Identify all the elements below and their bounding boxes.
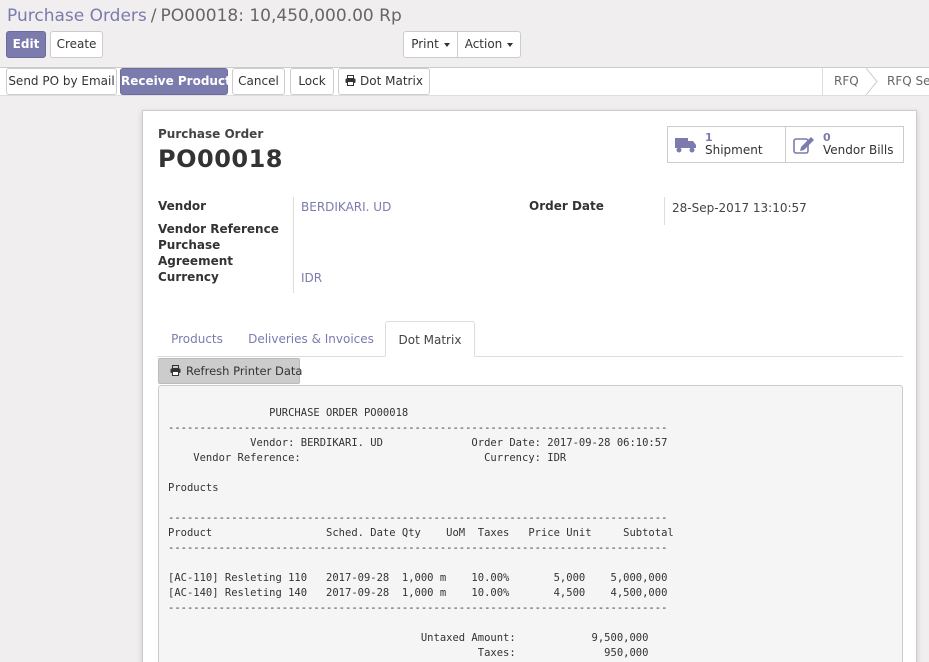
form-sheet: Purchase Order PO00018 1 Shipment 0 Vend… bbox=[142, 110, 917, 662]
stage-arrow-icon bbox=[866, 68, 878, 95]
dot-matrix-button[interactable]: Dot Matrix bbox=[338, 68, 430, 95]
purchase-agreement-label: Purchase bbox=[158, 238, 221, 252]
print-label: Print bbox=[411, 37, 439, 51]
document-name: PO00018 bbox=[158, 145, 283, 173]
vendor-reference-label: Vendor Reference bbox=[158, 222, 279, 236]
cancel-button[interactable]: Cancel bbox=[232, 68, 285, 95]
breadcrumb-separator: / bbox=[150, 6, 157, 26]
truck-icon bbox=[675, 138, 696, 153]
stage-divider bbox=[822, 68, 823, 95]
dot-matrix-label: Dot Matrix bbox=[360, 74, 423, 88]
send-po-by-email-button[interactable]: Send PO by Email bbox=[6, 68, 117, 95]
vendor-field[interactable]: BERDIKARI. UD bbox=[301, 200, 391, 214]
caret-down-icon bbox=[443, 42, 450, 47]
order-date-label: Order Date bbox=[529, 199, 604, 213]
create-button[interactable]: Create bbox=[50, 31, 103, 58]
smart-buttons: 1 Shipment 0 Vendor Bills bbox=[667, 126, 904, 163]
shipment-label: Shipment bbox=[705, 143, 763, 157]
tab-dot-matrix[interactable]: Dot Matrix bbox=[385, 321, 475, 357]
vendor-label: Vendor bbox=[158, 199, 207, 213]
pencil-square-icon bbox=[793, 137, 814, 154]
action-dropdown[interactable]: Action bbox=[457, 31, 521, 58]
lock-button[interactable]: Lock bbox=[290, 68, 334, 95]
edit-button[interactable]: Edit bbox=[6, 31, 46, 58]
statusbar: Send PO by Email Receive Products Cancel… bbox=[0, 68, 929, 96]
print-dropdown[interactable]: Print bbox=[403, 31, 458, 58]
shipment-smart-button[interactable]: 1 Shipment bbox=[668, 127, 785, 162]
breadcrumb: Purchase Orders / PO00018: 10,450,000.00 R… bbox=[7, 6, 402, 26]
caret-down-icon bbox=[507, 42, 514, 47]
currency-field[interactable]: IDR bbox=[301, 271, 322, 285]
vendor-bills-smart-button[interactable]: 0 Vendor Bills bbox=[785, 127, 903, 162]
tab-deliveries-invoices[interactable]: Deliveries & Invoices bbox=[243, 321, 379, 357]
tab-products[interactable]: Products bbox=[158, 321, 236, 357]
refresh-label: Refresh Printer Data bbox=[186, 364, 303, 378]
field-divider bbox=[664, 197, 665, 225]
vendor-bills-label: Vendor Bills bbox=[823, 143, 894, 157]
control-panel: Purchase Orders / PO00018: 10,450,000.00 R… bbox=[0, 0, 929, 68]
action-label: Action bbox=[464, 37, 503, 51]
order-date-field[interactable]: 28-Sep-2017 13:10:57 bbox=[672, 201, 807, 215]
printer-icon bbox=[345, 75, 356, 86]
breadcrumb-current: PO00018: 10,450,000.00 Rp bbox=[160, 6, 402, 26]
document-type: Purchase Order bbox=[158, 127, 264, 141]
field-divider bbox=[293, 197, 294, 293]
printer-data-box: PURCHASE ORDER PO00018 -----------------… bbox=[158, 385, 903, 662]
currency-label: Currency bbox=[158, 270, 219, 284]
breadcrumb-purchase-orders[interactable]: Purchase Orders bbox=[7, 6, 147, 26]
refresh-printer-data-button[interactable]: Refresh Printer Data bbox=[158, 358, 303, 384]
stage-rfq-sent[interactable]: RFQ Ser bbox=[887, 68, 929, 95]
printer-data-text: PURCHASE ORDER PO00018 -----------------… bbox=[168, 407, 674, 659]
receive-products-button[interactable]: Receive Products bbox=[120, 68, 238, 95]
purchase-agreement-label-2: Agreement bbox=[158, 254, 233, 268]
notebook-tabs: Products Deliveries & Invoices Dot Matri… bbox=[158, 321, 903, 357]
stage-rfq[interactable]: RFQ bbox=[834, 68, 859, 95]
printer-icon bbox=[170, 365, 181, 376]
